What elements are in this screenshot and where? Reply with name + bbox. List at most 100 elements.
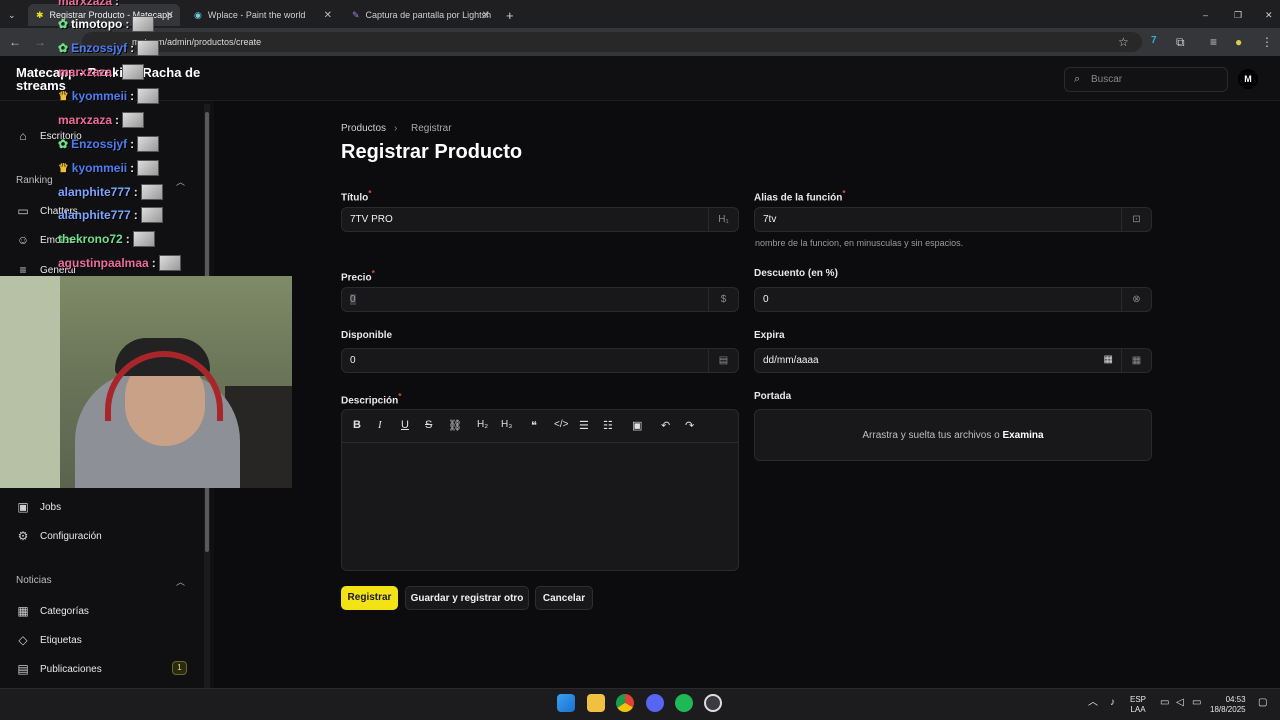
forward-icon[interactable]: → xyxy=(34,35,46,49)
smile-icon: ☺ xyxy=(16,233,30,247)
expira-date-input[interactable]: dd/mm/aaaa ▦ ▦ xyxy=(754,348,1152,373)
group-ranking[interactable]: Ranking xyxy=(16,175,53,186)
undo-icon[interactable]: ↶ xyxy=(661,419,670,432)
battery-icon[interactable]: ▭ xyxy=(1192,698,1201,708)
redo-icon[interactable]: ↷ xyxy=(685,419,694,432)
doc-icon: ▤ xyxy=(17,662,29,676)
calendar-icon: ▦ xyxy=(1121,349,1151,372)
badge-icon: ✿ xyxy=(58,137,69,151)
heading2-icon[interactable]: H₂ xyxy=(477,419,488,430)
precio-input[interactable]: 0 $ xyxy=(341,287,739,312)
mic-icon[interactable]: ♪ xyxy=(1110,698,1115,708)
close-tab-icon[interactable]: ✕ xyxy=(482,10,490,21)
file-explorer-icon[interactable] xyxy=(587,694,605,712)
group-noticias[interactable]: Noticias xyxy=(16,575,52,586)
portada-label: Portada xyxy=(754,391,792,402)
descuento-input[interactable]: 0 ⊗ xyxy=(754,287,1152,312)
tray-chevron-icon[interactable]: ︿ xyxy=(1088,698,1098,708)
chat-message: ✿ Enzossjyf: xyxy=(58,40,160,56)
ordered-list-icon[interactable]: ☷ xyxy=(603,419,613,432)
sidebar-item-publicaciones[interactable]: ▤ Publicaciones xyxy=(16,662,101,676)
extension-7tv-icon[interactable]: 7 xyxy=(1151,35,1157,46)
bookmark-star-icon[interactable]: ☆ xyxy=(1118,35,1129,49)
search-icon: ⌕ xyxy=(1074,73,1081,85)
strikethrough-icon[interactable]: S xyxy=(425,419,432,431)
app-favicon-icon: ✱ xyxy=(36,9,44,20)
sidebar-item-etiquetas[interactable]: ◇ Etiquetas xyxy=(16,633,81,647)
list-icon: ≡ xyxy=(19,263,27,277)
heading-icon: H₁ xyxy=(708,208,738,231)
spotify-icon[interactable] xyxy=(675,694,693,712)
alias-input[interactable]: 7tv ⊡ xyxy=(754,207,1152,232)
network-icon[interactable]: ▭ xyxy=(1160,698,1169,708)
sidebar-item-configuracion[interactable]: ⚙ Configuración xyxy=(16,529,102,543)
volume-icon[interactable]: ◁ xyxy=(1176,698,1184,708)
bullet-list-icon[interactable]: ☰ xyxy=(579,419,589,432)
emote-image xyxy=(132,16,155,32)
breadcrumb-productos[interactable]: Productos xyxy=(341,123,386,134)
sidebar-item-categorias[interactable]: ▦ Categorías xyxy=(16,604,89,618)
percent-icon: ⊗ xyxy=(1121,288,1151,311)
examina-link[interactable]: Examina xyxy=(1002,430,1043,441)
discord-icon[interactable] xyxy=(646,694,664,712)
menu-kebab-icon[interactable]: ⋮ xyxy=(1261,35,1273,49)
notifications-icon[interactable]: ▢ xyxy=(1258,698,1267,708)
grid-icon: ▦ xyxy=(17,604,29,618)
register-button[interactable]: Registrar xyxy=(341,586,398,610)
chrome-icon[interactable] xyxy=(616,694,634,712)
code-icon[interactable]: </> xyxy=(554,419,568,430)
titulo-label: Título* xyxy=(341,188,372,204)
emote-image xyxy=(137,40,160,56)
avatar[interactable]: M xyxy=(1238,69,1258,89)
tab-wplace[interactable]: ◉ Wplace - Paint the world ✕ xyxy=(186,4,338,26)
obs-icon[interactable] xyxy=(704,694,722,712)
media-icon[interactable]: ≡ xyxy=(1210,35,1217,49)
alias-hint: nombre de la funcion, en minusculas y si… xyxy=(755,238,964,248)
badge-icon: ✿ xyxy=(58,17,69,31)
minimize-icon[interactable]: – xyxy=(1195,4,1211,26)
home-icon: ⌂ xyxy=(19,129,27,143)
italic-icon[interactable]: I xyxy=(378,419,382,431)
underline-icon[interactable]: U xyxy=(401,419,409,431)
keyboard-language[interactable]: ESP LAA xyxy=(1130,695,1146,715)
portada-dropzone[interactable]: Arrastra y suelta tus archivos o Examina xyxy=(754,409,1152,461)
disponible-input[interactable]: 0 ▤ xyxy=(341,348,739,373)
search-input[interactable]: ⌕ Buscar xyxy=(1064,67,1228,92)
blockquote-icon[interactable]: ❝ xyxy=(531,419,537,432)
chat-message: ✿ Enzossjyf: xyxy=(58,136,160,152)
close-tab-icon[interactable]: ✕ xyxy=(324,10,332,21)
crown-icon: ♛ xyxy=(58,161,69,175)
bold-icon[interactable]: B xyxy=(353,419,361,431)
expira-label: Expira xyxy=(754,330,785,341)
date-picker-icon[interactable]: ▦ xyxy=(1104,354,1113,365)
profile-icon[interactable]: ● xyxy=(1235,35,1242,49)
sidebar-item-jobs[interactable]: ▣ Jobs xyxy=(16,500,61,514)
clock[interactable]: 04:53 18/8/2025 xyxy=(1210,695,1246,715)
titulo-input[interactable]: 7TV PRO H₁ xyxy=(341,207,739,232)
tab-captura[interactable]: ✎ Captura de pantalla por Lightsh ✕ xyxy=(344,4,496,26)
dollar-icon: $ xyxy=(708,288,738,311)
close-window-icon[interactable]: ✕ xyxy=(1257,4,1275,26)
chat-message: alanphite777: xyxy=(58,207,163,223)
image-icon[interactable]: ▣ xyxy=(632,419,642,432)
register-another-button[interactable]: Guardar y registrar otro xyxy=(405,586,529,610)
extensions-icon[interactable]: ⧉ xyxy=(1176,35,1185,50)
chat-message: marxzaza: xyxy=(58,64,145,80)
disponible-label: Disponible xyxy=(341,330,393,341)
chat-icon: ▭ xyxy=(17,204,29,218)
tag-icon: ◇ xyxy=(18,633,28,647)
badge-icon: ✿ xyxy=(58,41,69,55)
cancel-button[interactable]: Cancelar xyxy=(535,586,593,610)
chevron-up-icon[interactable]: ︿ xyxy=(176,575,185,588)
restore-icon[interactable]: ❐ xyxy=(1226,4,1242,26)
heading3-icon[interactable]: H₃ xyxy=(501,419,512,430)
emote-image xyxy=(140,184,163,200)
precio-label: Precio* xyxy=(341,268,375,284)
link-icon[interactable]: ⛓ xyxy=(448,419,462,432)
back-icon[interactable]: ← xyxy=(9,35,21,49)
tab-list-button[interactable]: ⌄ xyxy=(4,4,22,26)
crown-icon: ♛ xyxy=(58,89,69,103)
windows-start-icon[interactable] xyxy=(557,694,575,712)
url-bar[interactable]: mateom/admin/productos/create xyxy=(82,32,1142,52)
new-tab-button[interactable]: + xyxy=(502,4,522,26)
